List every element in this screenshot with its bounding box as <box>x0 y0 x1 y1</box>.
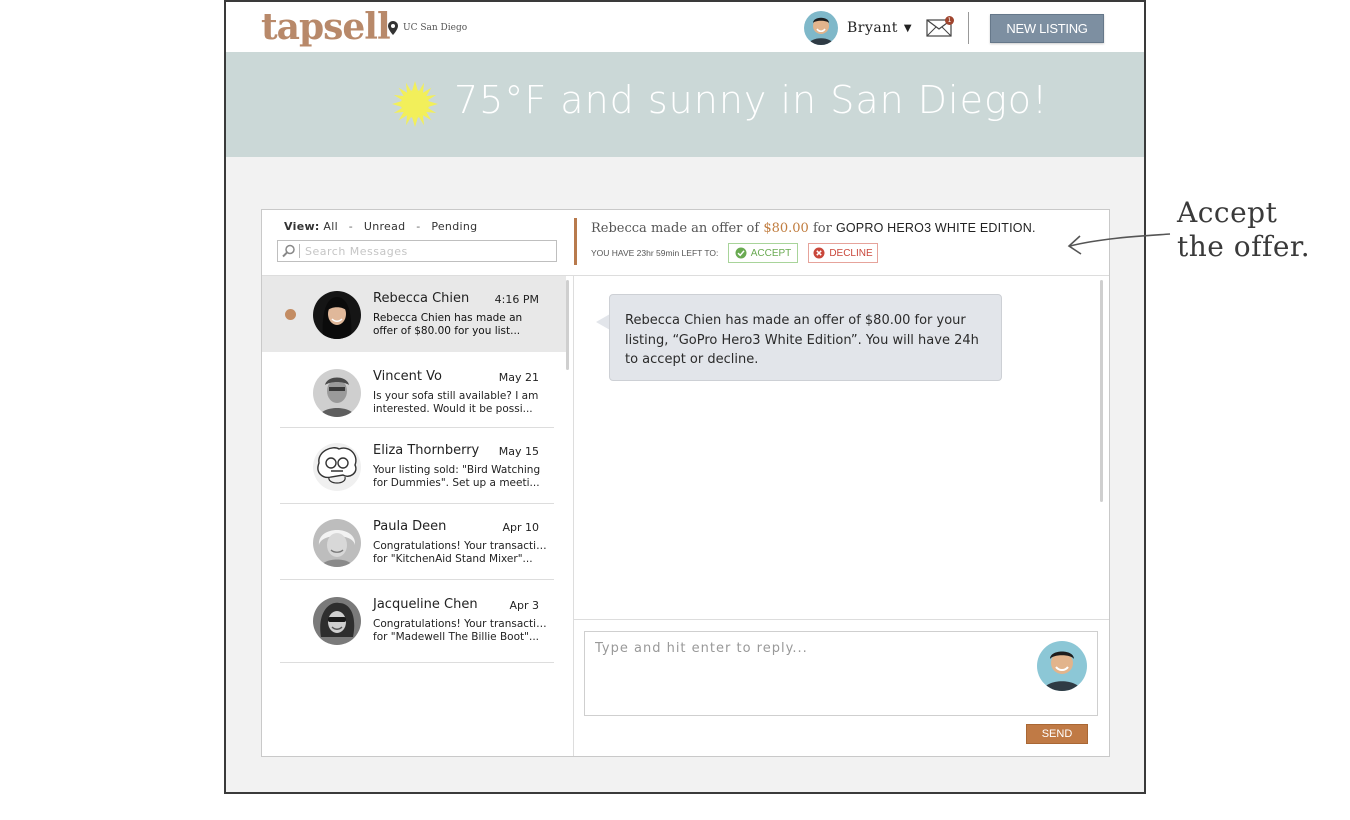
weather-banner: 75°F and sunny in San Diego! <box>226 52 1144 157</box>
conversation-list: Rebecca Chien 4:16 PM Rebecca Chien has … <box>262 276 573 756</box>
preview-line: interested. Would it be possi... <box>373 403 533 415</box>
x-circle-icon <box>813 247 825 259</box>
list-divider <box>280 662 554 663</box>
conversation-preview: Your listing sold: "Bird Watching for Du… <box>373 464 549 490</box>
conversation-name: Paula Deen <box>373 519 447 534</box>
send-button[interactable]: SEND <box>1026 724 1088 744</box>
preview-line: for "Madewell The Billie Boot"... <box>373 631 539 643</box>
preview-line: Congratulations! Your transaction <box>373 618 549 630</box>
unread-dot <box>285 309 296 320</box>
filter-separator: - <box>348 220 354 233</box>
search-input[interactable] <box>305 242 553 260</box>
search-divider <box>299 244 300 258</box>
conversation-preview: Rebecca Chien has made an offer of $80.0… <box>373 312 549 338</box>
offer-summary: Rebecca made an offer of $80.00 for GOPR… <box>591 221 1036 236</box>
view-filter-label: View: <box>284 220 320 233</box>
view-filter: View: All - Unread - Pending <box>284 220 477 233</box>
app-window: tapsell UC San Diego Bryant ▼ 1 NEW LIST… <box>224 0 1146 794</box>
preview-line: Rebecca Chien has made an <box>373 312 523 324</box>
avatar <box>313 443 361 491</box>
avatar <box>313 519 361 567</box>
mail-button[interactable]: 1 <box>926 16 954 38</box>
offer-prefix: Rebecca made an offer of <box>591 221 760 236</box>
offer-item-name[interactable]: GOPRO HERO3 WHITE EDITION. <box>836 221 1036 235</box>
location-pin-icon <box>388 21 398 35</box>
reply-divider <box>574 619 1109 620</box>
reply-box <box>584 631 1098 716</box>
preview-line: for "KitchenAid Stand Mixer"... <box>373 553 533 565</box>
mail-badge: 1 <box>945 16 954 25</box>
chevron-down-icon: ▼ <box>903 22 912 34</box>
avatar <box>313 597 361 645</box>
user-menu[interactable]: Bryant ▼ <box>804 11 912 45</box>
conversation-name: Rebecca Chien <box>373 291 470 306</box>
preview-line: Your listing sold: "Bird Watching <box>373 464 541 476</box>
preview-line: for Dummies". Set up a meeti... <box>373 477 540 489</box>
filter-unread[interactable]: Unread <box>364 220 406 233</box>
annotation-line: Accept <box>1177 196 1278 229</box>
bubble-tail <box>596 314 610 330</box>
accept-button[interactable]: ACCEPT <box>728 243 798 263</box>
offer-deadline: YOU HAVE 23hr 59min LEFT TO: <box>591 248 719 258</box>
avatar <box>313 369 361 417</box>
new-listing-button[interactable]: NEW LISTING <box>990 14 1104 43</box>
conversation-time: Apr 3 <box>509 599 539 612</box>
decline-label: DECLINE <box>829 247 873 259</box>
search-box <box>277 240 557 262</box>
preview-line: Congratulations! Your transaction <box>373 540 549 552</box>
list-scrollbar[interactable] <box>566 280 569 370</box>
offer-middle: for <box>812 221 832 236</box>
conversation-preview: Congratulations! Your transaction for "M… <box>373 618 549 644</box>
conversation-time: May 21 <box>498 371 539 384</box>
conversation-item[interactable]: Eliza Thornberry May 15 Your listing sol… <box>262 428 566 504</box>
conversation-item[interactable]: Vincent Vo May 21 Is your sofa still ava… <box>262 354 566 430</box>
conversation-item[interactable]: Rebecca Chien 4:16 PM Rebecca Chien has … <box>262 276 566 352</box>
weather-text: 75°F and sunny in San Diego! <box>454 78 1049 122</box>
accept-label: ACCEPT <box>750 247 792 259</box>
preview-line: Is your sofa still available? I am <box>373 390 539 402</box>
messages-panel: View: All - Unread - Pending Rebecca mad… <box>261 209 1110 757</box>
annotation-line: the offer. <box>1177 230 1311 263</box>
avatar <box>313 291 361 339</box>
conversation-time: Apr 10 <box>502 521 539 534</box>
filter-pending[interactable]: Pending <box>431 220 477 233</box>
check-circle-icon <box>735 247 747 259</box>
user-avatar <box>1037 641 1087 691</box>
location-selector[interactable]: UC San Diego <box>388 21 467 35</box>
conversation-preview: Congratulations! Your transaction for "K… <box>373 540 549 566</box>
offer-accent-bar <box>574 218 577 265</box>
list-divider <box>280 579 554 580</box>
conversation-item[interactable]: Paula Deen Apr 10 Congratulations! Your … <box>262 504 566 580</box>
sun-icon <box>392 81 438 127</box>
nav-divider <box>968 12 969 44</box>
chat-scrollbar[interactable] <box>1100 280 1103 502</box>
message-bubble: Rebecca Chien has made an offer of $80.0… <box>609 294 1002 381</box>
conversation-name: Jacqueline Chen <box>373 597 478 612</box>
arrow-icon <box>1067 233 1171 255</box>
top-nav-bar: tapsell UC San Diego Bryant ▼ 1 NEW LIST… <box>226 2 1144 52</box>
annotation-note: Accept the offer. <box>1177 196 1310 264</box>
user-name: Bryant <box>847 20 898 36</box>
offer-price: $80.00 <box>763 221 809 236</box>
reply-input[interactable] <box>595 641 1025 701</box>
conversation-name: Vincent Vo <box>373 369 442 384</box>
search-icon <box>282 244 295 258</box>
conversation-item[interactable]: Jacqueline Chen Apr 3 Congratulations! Y… <box>262 582 566 658</box>
filter-all[interactable]: All <box>323 220 338 233</box>
conversation-name: Eliza Thornberry <box>373 443 480 458</box>
conversation-preview: Is your sofa still available? I am inter… <box>373 390 549 416</box>
conversation-time: 4:16 PM <box>494 293 539 306</box>
user-avatar <box>804 11 838 45</box>
conversation-time: May 15 <box>498 445 539 458</box>
filter-separator: - <box>416 220 421 233</box>
preview-line: offer of $80.00 for you list... <box>373 325 521 337</box>
column-divider <box>573 275 574 756</box>
decline-button[interactable]: DECLINE <box>808 243 878 263</box>
location-label: UC San Diego <box>403 23 468 33</box>
brand-logo[interactable]: tapsell <box>261 6 391 48</box>
